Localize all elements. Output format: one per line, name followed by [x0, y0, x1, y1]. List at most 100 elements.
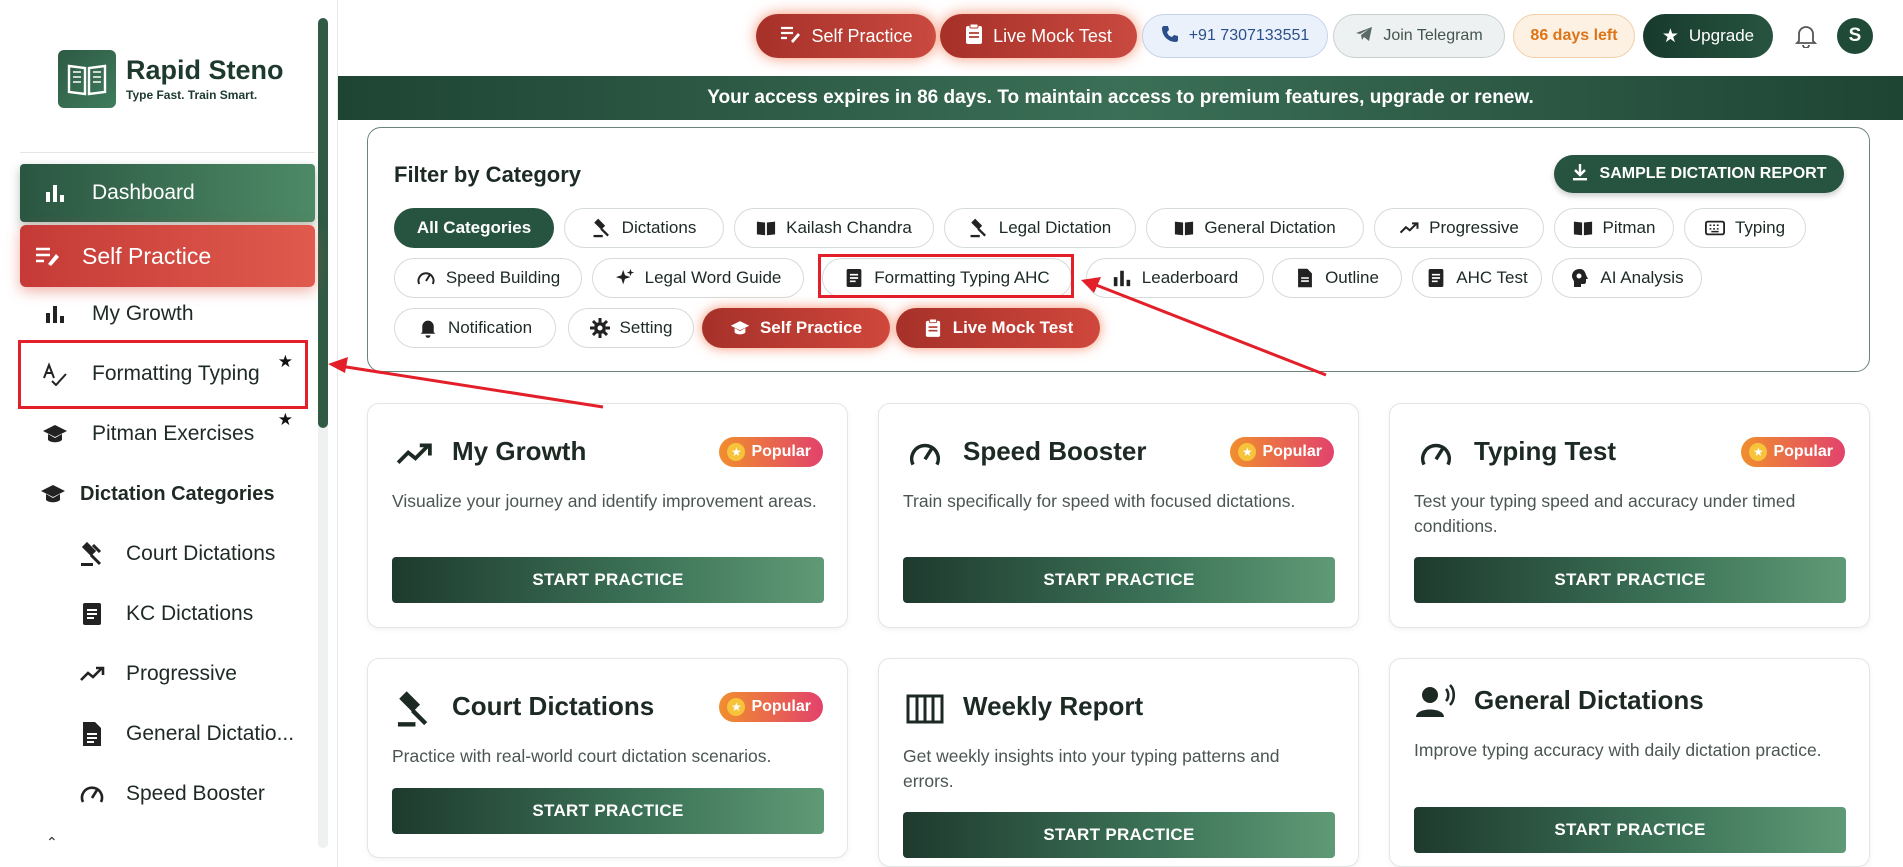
start-practice-button[interactable]: START PRACTICE — [903, 557, 1335, 603]
chip-notification[interactable]: Notification — [394, 308, 556, 348]
brand-tagline: Type Fast. Train Smart. — [126, 87, 258, 102]
trending-up-icon — [1399, 218, 1419, 238]
open-book-icon — [1174, 218, 1194, 238]
star-icon: ★ — [727, 698, 746, 716]
download-icon — [1572, 163, 1588, 186]
chip-outline[interactable]: Outline — [1272, 258, 1402, 298]
chip-ahc-test[interactable]: AHC Test — [1412, 258, 1542, 298]
card-description: Improve typing accuracy with daily dicta… — [1414, 740, 1822, 760]
sidebar-item-label: Court Dictations — [126, 542, 276, 565]
badge-label: Popular — [751, 443, 811, 460]
popular-badge: ★ Popular — [1741, 437, 1845, 467]
chip-all-categories[interactable]: All Categories — [394, 208, 554, 248]
chip-leaderboard[interactable]: Leaderboard — [1086, 258, 1264, 298]
edit-list-icon — [779, 25, 801, 48]
start-practice-button[interactable]: START PRACTICE — [392, 557, 824, 603]
filter-title: Filter by Category — [394, 162, 582, 187]
phone-button[interactable]: +91 7307133551 — [1142, 14, 1328, 58]
gear-icon — [589, 318, 610, 338]
star-icon: ★ — [1661, 25, 1679, 47]
sidebar-item-progressive[interactable]: Progressive — [78, 649, 318, 699]
sidebar-item-kc-dictations[interactable]: KC Dictations — [78, 589, 318, 639]
sidebar-item-pitman-exercises[interactable]: Pitman Exercises ★ — [20, 406, 315, 462]
card-description: Get weekly insights into your typing pat… — [903, 746, 1280, 791]
brand-title: Rapid Steno — [126, 54, 284, 85]
card-title: Speed Booster — [963, 436, 1147, 466]
chip-label: Legal Dictation — [998, 218, 1112, 237]
card-weekly-report: Weekly Report Get weekly insights into y… — [878, 658, 1359, 867]
chip-ai-analysis[interactable]: AI Analysis — [1552, 258, 1702, 298]
badge-label: Popular — [1262, 443, 1322, 460]
chip-label: All Categories — [416, 218, 532, 237]
card-court-dictations: Court Dictations ★ Popular Practice with … — [367, 658, 848, 858]
sidebar-item-dashboard[interactable]: Dashboard — [20, 164, 315, 222]
card-speed-booster: Speed Booster ★ Popular Train specificall… — [878, 403, 1359, 628]
gavel-icon — [394, 689, 434, 729]
book-logo-icon — [58, 50, 116, 108]
sidebar-item-speed-booster[interactable]: Speed Booster — [78, 769, 318, 819]
brand[interactable]: Rapid Steno Type Fast. Train Smart. — [58, 50, 284, 108]
chip-dictations[interactable]: Dictations — [564, 208, 724, 248]
speedometer-icon — [905, 434, 945, 474]
sidebar-section-dictation-categories[interactable]: Dictation Categories — [20, 466, 315, 522]
filter-panel: Filter by Category SAMPLE DICTATION REPO… — [367, 127, 1870, 372]
upgrade-button[interactable]: ★ Upgrade — [1643, 14, 1773, 58]
chip-kailash-chandra[interactable]: Kailash Chandra — [734, 208, 934, 248]
chip-label: AHC Test — [1456, 268, 1528, 287]
chip-label: Live Mock Test — [952, 318, 1074, 337]
bell-icon[interactable] — [1792, 22, 1820, 50]
sidebar-item-court-dictations[interactable]: Court Dictations — [78, 529, 318, 579]
sample-dictation-report-button[interactable]: SAMPLE DICTATION REPORT — [1554, 155, 1844, 193]
expiry-banner: Your access expires in 86 days. To maint… — [338, 76, 1903, 120]
document-icon — [1426, 268, 1446, 288]
sparkle-icon — [615, 268, 635, 288]
chip-label: Progressive — [1429, 218, 1519, 237]
chip-label: Dictations — [621, 218, 697, 237]
sidebar-scrollbar[interactable] — [318, 18, 328, 428]
sidebar-item-general-dictations[interactable]: General Dictatio... — [78, 709, 318, 759]
self-practice-button[interactable]: Self Practice — [756, 14, 936, 58]
chip-speed-building[interactable]: Speed Building — [394, 258, 582, 298]
sidebar-item-my-growth[interactable]: My Growth — [20, 286, 315, 342]
card-title: Court Dictations — [452, 691, 655, 721]
self-practice-label: Self Practice — [811, 25, 913, 46]
live-mock-test-button[interactable]: Live Mock Test — [940, 14, 1137, 58]
star-icon: ★ — [1749, 443, 1768, 461]
telegram-label: Join Telegram — [1383, 27, 1483, 44]
chip-progressive[interactable]: Progressive — [1374, 208, 1544, 248]
join-telegram-button[interactable]: Join Telegram — [1333, 14, 1505, 58]
chip-label: General Dictation — [1204, 218, 1336, 237]
chip-pitman[interactable]: Pitman — [1554, 208, 1674, 248]
chip-legal-dictation[interactable]: Legal Dictation — [944, 208, 1136, 248]
start-practice-button[interactable]: START PRACTICE — [903, 812, 1335, 858]
sidebar-item-self-practice[interactable]: Self Practice — [20, 225, 315, 287]
gavel-icon — [592, 218, 612, 238]
popular-badge: ★ Popular — [1230, 437, 1334, 467]
days-left-badge: 86 days left — [1513, 14, 1635, 58]
star-icon: ★ — [1238, 443, 1257, 461]
start-practice-button[interactable]: START PRACTICE — [1414, 807, 1846, 853]
sidebar-item-label: Progressive — [126, 662, 237, 685]
bar-chart-icon — [1112, 268, 1132, 288]
card-title: My Growth — [452, 436, 587, 466]
bell-icon — [418, 318, 438, 338]
brain-head-icon — [1570, 268, 1590, 288]
sidebar: Rapid Steno Type Fast. Train Smart. Dash… — [0, 0, 338, 867]
chip-label: Outline — [1325, 268, 1379, 287]
chip-live-mock-test[interactable]: Live Mock Test — [896, 308, 1100, 348]
chevron-up-icon[interactable]: ⌃ — [46, 834, 58, 851]
phone-icon — [1161, 25, 1179, 48]
chip-typing[interactable]: Typing — [1684, 208, 1806, 248]
chip-label: Legal Word Guide — [644, 268, 782, 287]
chip-setting[interactable]: Setting — [568, 308, 694, 348]
chip-general-dictation[interactable]: General Dictation — [1146, 208, 1364, 248]
columns-icon — [905, 689, 945, 729]
avatar[interactable]: S — [1837, 18, 1873, 54]
start-practice-button[interactable]: START PRACTICE — [1414, 557, 1846, 603]
chip-legal-word-guide[interactable]: Legal Word Guide — [592, 258, 804, 298]
chip-self-practice[interactable]: Self Practice — [702, 308, 890, 348]
annotation-highlight-box — [818, 254, 1074, 298]
chip-label: Speed Building — [445, 268, 561, 287]
start-practice-button[interactable]: START PRACTICE — [392, 788, 824, 834]
speedometer-icon — [416, 268, 436, 288]
